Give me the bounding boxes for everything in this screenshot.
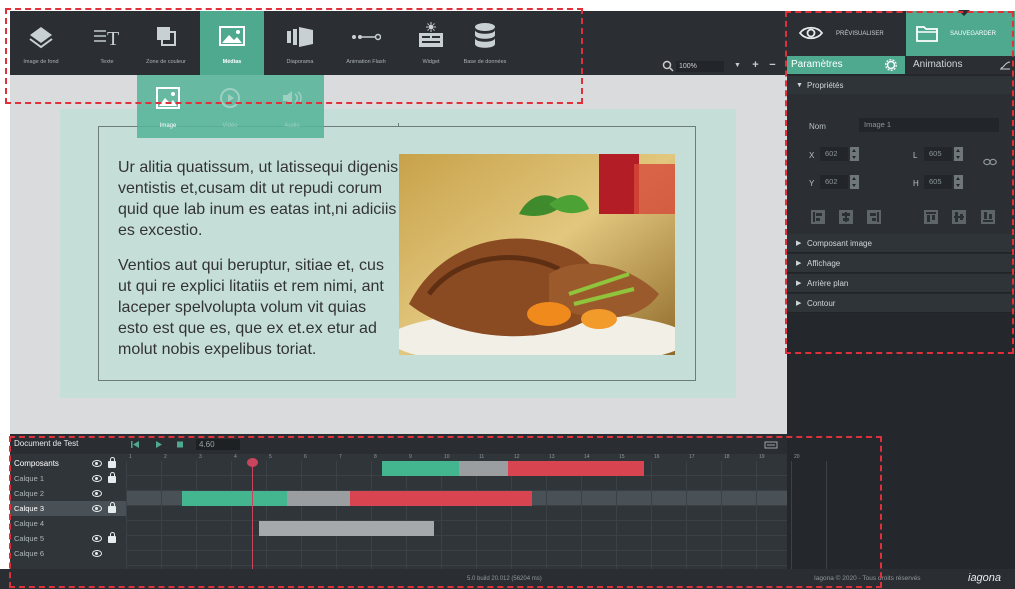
- zoom-input[interactable]: 100%: [676, 61, 724, 72]
- frame-guide: [398, 123, 399, 127]
- workspace: Ur alitia quatissum, ut latissequi digen…: [10, 75, 787, 434]
- submenu-label: Audio: [284, 123, 300, 129]
- annotation-box-toolbar: [5, 8, 583, 104]
- brand-logo: iagona: [968, 572, 1002, 584]
- search-icon[interactable]: [662, 60, 674, 72]
- submenu-label: Image: [159, 123, 177, 129]
- zoom-in-button[interactable]: +: [750, 60, 761, 71]
- annotation-box-timeline: [9, 436, 882, 588]
- zoom-out-button[interactable]: −: [767, 60, 778, 71]
- food-photo-image[interactable]: [399, 154, 675, 355]
- text-block-2[interactable]: Ventios aut qui beruptur, sitiae et, cus…: [118, 255, 400, 360]
- app-window: Image de fond T Texte Zone de couleur Mé…: [0, 0, 1015, 589]
- content-frame: Ur alitia quatissum, ut latissequi digen…: [98, 123, 696, 381]
- submenu-label: Vidéo: [222, 123, 238, 129]
- page-canvas[interactable]: Ur alitia quatissum, ut latissequi digen…: [60, 109, 736, 398]
- text-block-1[interactable]: Ur alitia quatissum, ut latissequi digen…: [118, 157, 400, 241]
- zoom-dropdown-icon[interactable]: ▼: [732, 60, 743, 71]
- annotation-box-properties: [785, 11, 1014, 354]
